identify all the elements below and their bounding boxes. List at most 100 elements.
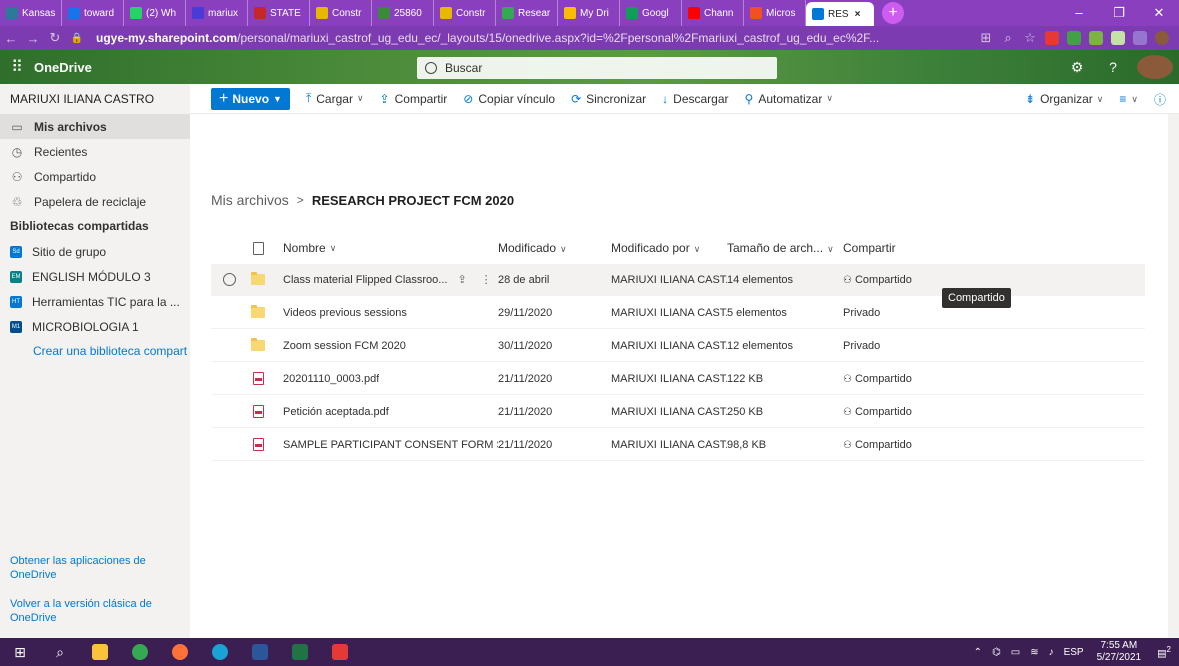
file-name-cell[interactable]: Videos previous sessions xyxy=(269,307,498,319)
browser-tab[interactable]: Kansas xyxy=(0,0,62,26)
edge-icon[interactable] xyxy=(200,638,240,666)
new-button[interactable]: + Nuevo ▼ xyxy=(211,87,290,110)
sharing-status[interactable]: ⚇ Compartido xyxy=(843,274,963,286)
browser-tab[interactable]: My Dri xyxy=(558,0,620,26)
browser-tab[interactable]: 25860 xyxy=(372,0,434,26)
browser-tab[interactable]: Constr xyxy=(434,0,496,26)
battery-icon[interactable]: ▭ xyxy=(1011,647,1020,658)
file-name-cell[interactable]: Zoom session FCM 2020 xyxy=(269,340,498,352)
search-icon[interactable]: ⌕ xyxy=(40,638,80,666)
file-name[interactable]: 20201110_0003.pdf xyxy=(283,373,379,385)
modified-by[interactable]: MARIUXI ILIANA CAST... xyxy=(611,439,727,451)
app-launcher-icon[interactable]: ⠿ xyxy=(0,57,34,77)
sort-button[interactable]: ⇟ Organizar ∨ xyxy=(1025,92,1103,106)
reload-icon[interactable]: ↻ xyxy=(44,30,66,46)
row-select-radio[interactable] xyxy=(222,273,236,286)
close-window-icon[interactable]: ✕ xyxy=(1139,0,1179,26)
browser-tab[interactable]: STATE xyxy=(248,0,310,26)
more-actions-icon[interactable]: ⋮ xyxy=(481,273,492,286)
help-icon[interactable]: ? xyxy=(1095,59,1131,75)
close-tab-icon[interactable]: × xyxy=(855,9,861,20)
file-row[interactable]: 20201110_0003.pdf 21/11/2020 MARIUXI ILIAN… xyxy=(211,363,1145,395)
info-button[interactable]: ⓘ xyxy=(1154,91,1171,108)
file-name[interactable]: Class material Flipped Classroo... xyxy=(283,274,447,286)
view-options-button[interactable]: ≡ ∨ xyxy=(1119,92,1138,106)
url-field[interactable]: ugye-my.sharepoint.com/personal/mariuxi_… xyxy=(96,31,879,45)
sidebar-item[interactable]: ⚇ Compartido xyxy=(0,164,190,189)
network-icon[interactable]: ⌬ xyxy=(992,647,1001,658)
sync-button[interactable]: ⟳ Sincronizar xyxy=(571,92,646,106)
notes-extension-icon[interactable] xyxy=(1111,31,1125,45)
start-windows-icon[interactable]: ⊞ xyxy=(0,638,40,666)
download-button[interactable]: ↓ Descargar xyxy=(662,92,728,106)
column-modified-by[interactable]: Modificado por ∨ xyxy=(611,241,727,255)
library-item[interactable]: M1 MICROBIOLOGIA 1 xyxy=(0,314,190,339)
library-item[interactable]: EM ENGLISH MÓDULO 3 xyxy=(0,264,190,289)
sharing-status[interactable]: ⚇ Compartido xyxy=(843,406,963,418)
word-icon[interactable] xyxy=(240,638,280,666)
back-icon[interactable]: ← xyxy=(0,31,22,46)
file-explorer-icon[interactable] xyxy=(80,638,120,666)
browser-tab[interactable]: (2) Wh xyxy=(124,0,186,26)
sharing-status[interactable]: ⚇ Compartido xyxy=(843,373,963,385)
user-avatar[interactable] xyxy=(1137,55,1173,79)
modified-by[interactable]: MARIUXI ILIANA CAST... xyxy=(611,406,727,418)
create-library-link[interactable]: Crear una biblioteca compart xyxy=(0,339,190,363)
file-row[interactable]: Zoom session FCM 2020 30/11/2020 MARIUXI I… xyxy=(211,330,1145,362)
file-name-cell[interactable]: Petición aceptada.pdf xyxy=(269,406,498,418)
share-button[interactable]: ⇪ Compartir xyxy=(380,92,448,106)
browser-tab[interactable]: Resear xyxy=(496,0,558,26)
sharing-status[interactable]: ⚇ Compartido xyxy=(843,439,963,451)
row-select-cell[interactable] xyxy=(211,273,247,286)
settings-gear-icon[interactable]: ⚙ xyxy=(1059,59,1095,76)
library-item[interactable]: HT Herramientas TIC para la ... xyxy=(0,289,190,314)
modified-by[interactable]: MARIUXI ILIANA CAST... xyxy=(611,307,727,319)
file-name[interactable]: Zoom session FCM 2020 xyxy=(283,340,406,352)
new-tab-button[interactable]: + xyxy=(882,2,904,24)
browser-tab[interactable]: Micros xyxy=(744,0,806,26)
acrobat-icon[interactable] xyxy=(320,638,360,666)
file-name-cell[interactable]: Class material Flipped Classroo... ⇪ ⋮ xyxy=(269,273,498,287)
file-name-cell[interactable]: SAMPLE PARTICIPANT CONSENT FORM Spa... xyxy=(269,439,498,451)
chevron-up-icon[interactable]: ⌃ xyxy=(974,647,982,658)
chrome-icon[interactable] xyxy=(120,638,160,666)
library-item[interactable]: Sd Sitio de grupo xyxy=(0,239,190,264)
bookmark-star-icon[interactable]: ☆ xyxy=(1019,30,1041,46)
puzzle-icon[interactable] xyxy=(1133,31,1147,45)
copy-link-button[interactable]: ⊘ Copiar vínculo xyxy=(463,92,555,106)
browser-tab[interactable]: Googl xyxy=(620,0,682,26)
file-name[interactable]: Petición aceptada.pdf xyxy=(283,406,389,418)
automate-button[interactable]: ⚲ Automatizar ∨ xyxy=(745,92,833,106)
modified-by[interactable]: MARIUXI ILIANA CAST... xyxy=(611,340,727,352)
wifi-icon[interactable]: ≋ xyxy=(1030,647,1038,658)
browser-tab[interactable]: Constr xyxy=(310,0,372,26)
language-indicator[interactable]: ESP xyxy=(1064,647,1084,658)
volume-icon[interactable]: ♪ xyxy=(1049,647,1054,658)
maximize-icon[interactable]: ❐ xyxy=(1099,0,1139,26)
modified-by[interactable]: MARIUXI ILIANA CAST... xyxy=(611,373,727,385)
extension-icon[interactable] xyxy=(1089,31,1103,45)
column-sharing[interactable]: Compartir xyxy=(843,241,963,255)
browser-tab[interactable]: toward xyxy=(62,0,124,26)
pdf-extension-icon[interactable] xyxy=(1045,31,1059,45)
profile-avatar[interactable] xyxy=(1155,31,1169,45)
grammarly-extension-icon[interactable] xyxy=(1067,31,1081,45)
sidebar-item[interactable]: ◷ Recientes xyxy=(0,139,190,164)
breadcrumb-root[interactable]: Mis archivos xyxy=(211,192,289,208)
sharing-status[interactable]: Privado xyxy=(843,340,963,352)
file-row[interactable]: Petición aceptada.pdf 21/11/2020 MARIUXI I… xyxy=(211,396,1145,428)
translate-icon[interactable]: ⊞ xyxy=(975,30,997,46)
vertical-scrollbar[interactable] xyxy=(1168,114,1179,638)
classic-view-link[interactable]: Volver a la versión clásica de OneDrive xyxy=(10,597,170,625)
browser-tab[interactable]: Chann xyxy=(682,0,744,26)
column-file-size[interactable]: Tamaño de arch... ∨ xyxy=(727,241,843,255)
zoom-icon[interactable]: ⌕ xyxy=(997,30,1019,46)
notification-center-icon[interactable]: ▤2 xyxy=(1157,645,1171,659)
file-row[interactable]: SAMPLE PARTICIPANT CONSENT FORM Spa...21… xyxy=(211,429,1145,461)
search-box[interactable]: Buscar xyxy=(417,57,777,79)
column-modified[interactable]: Modificado ∨ xyxy=(498,241,611,255)
upload-button[interactable]: ⤒ Cargar ∨ xyxy=(306,91,364,106)
browser-tab[interactable]: RES × xyxy=(806,2,874,26)
share-icon[interactable]: ⇪ xyxy=(457,273,466,286)
firefox-icon[interactable] xyxy=(160,638,200,666)
